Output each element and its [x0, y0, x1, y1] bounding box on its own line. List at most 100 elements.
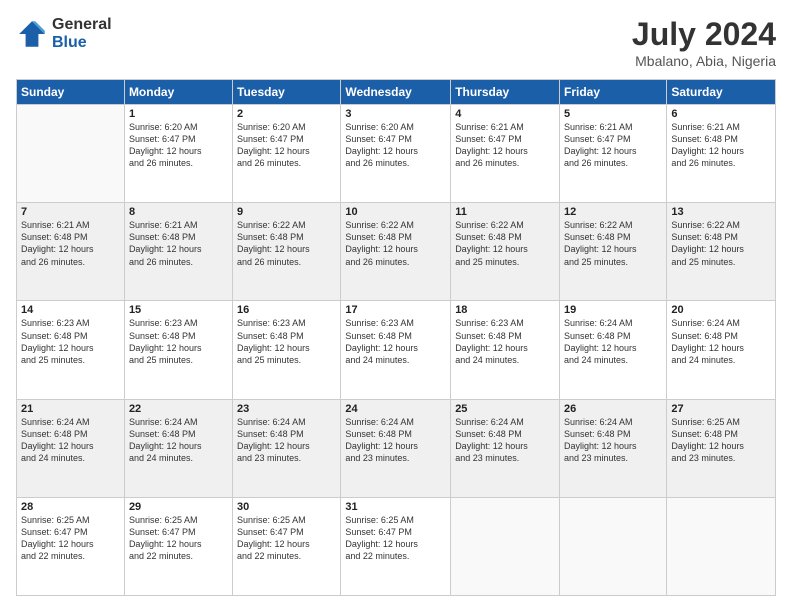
logo-text: General Blue [52, 16, 112, 51]
header-wednesday: Wednesday [341, 80, 451, 105]
day-cell: 6Sunrise: 6:21 AM Sunset: 6:48 PM Daylig… [667, 105, 776, 203]
day-cell: 11Sunrise: 6:22 AM Sunset: 6:48 PM Dayli… [451, 203, 560, 301]
day-cell: 23Sunrise: 6:24 AM Sunset: 6:48 PM Dayli… [233, 399, 341, 497]
day-info: Sunrise: 6:20 AM Sunset: 6:47 PM Dayligh… [237, 121, 336, 170]
title-block: July 2024 Mbalano, Abia, Nigeria [632, 16, 776, 69]
day-info: Sunrise: 6:22 AM Sunset: 6:48 PM Dayligh… [671, 219, 771, 268]
day-info: Sunrise: 6:25 AM Sunset: 6:48 PM Dayligh… [671, 416, 771, 465]
day-cell: 12Sunrise: 6:22 AM Sunset: 6:48 PM Dayli… [560, 203, 667, 301]
header-friday: Friday [560, 80, 667, 105]
day-cell: 28Sunrise: 6:25 AM Sunset: 6:47 PM Dayli… [17, 497, 125, 595]
header-tuesday: Tuesday [233, 80, 341, 105]
day-info: Sunrise: 6:25 AM Sunset: 6:47 PM Dayligh… [21, 514, 120, 563]
day-number: 6 [671, 108, 771, 120]
header-monday: Monday [124, 80, 232, 105]
day-cell: 16Sunrise: 6:23 AM Sunset: 6:48 PM Dayli… [233, 301, 341, 399]
day-info: Sunrise: 6:24 AM Sunset: 6:48 PM Dayligh… [345, 416, 446, 465]
logo-icon [16, 18, 48, 50]
day-number: 8 [129, 206, 228, 218]
day-cell [451, 497, 560, 595]
day-info: Sunrise: 6:22 AM Sunset: 6:48 PM Dayligh… [237, 219, 336, 268]
day-number: 10 [345, 206, 446, 218]
logo: General Blue [16, 16, 112, 51]
day-info: Sunrise: 6:25 AM Sunset: 6:47 PM Dayligh… [129, 514, 228, 563]
day-cell: 7Sunrise: 6:21 AM Sunset: 6:48 PM Daylig… [17, 203, 125, 301]
day-cell: 25Sunrise: 6:24 AM Sunset: 6:48 PM Dayli… [451, 399, 560, 497]
day-cell: 24Sunrise: 6:24 AM Sunset: 6:48 PM Dayli… [341, 399, 451, 497]
day-cell [667, 497, 776, 595]
day-number: 3 [345, 108, 446, 120]
day-info: Sunrise: 6:22 AM Sunset: 6:48 PM Dayligh… [345, 219, 446, 268]
day-info: Sunrise: 6:24 AM Sunset: 6:48 PM Dayligh… [455, 416, 555, 465]
day-cell: 26Sunrise: 6:24 AM Sunset: 6:48 PM Dayli… [560, 399, 667, 497]
day-cell: 3Sunrise: 6:20 AM Sunset: 6:47 PM Daylig… [341, 105, 451, 203]
header: General Blue July 2024 Mbalano, Abia, Ni… [16, 16, 776, 69]
day-number: 20 [671, 304, 771, 316]
day-info: Sunrise: 6:24 AM Sunset: 6:48 PM Dayligh… [237, 416, 336, 465]
day-info: Sunrise: 6:24 AM Sunset: 6:48 PM Dayligh… [671, 317, 771, 366]
day-number: 2 [237, 108, 336, 120]
day-number: 29 [129, 501, 228, 513]
day-cell: 10Sunrise: 6:22 AM Sunset: 6:48 PM Dayli… [341, 203, 451, 301]
day-cell: 18Sunrise: 6:23 AM Sunset: 6:48 PM Dayli… [451, 301, 560, 399]
day-cell: 22Sunrise: 6:24 AM Sunset: 6:48 PM Dayli… [124, 399, 232, 497]
day-cell: 19Sunrise: 6:24 AM Sunset: 6:48 PM Dayli… [560, 301, 667, 399]
week-row-2: 7Sunrise: 6:21 AM Sunset: 6:48 PM Daylig… [17, 203, 776, 301]
day-info: Sunrise: 6:23 AM Sunset: 6:48 PM Dayligh… [455, 317, 555, 366]
day-number: 5 [564, 108, 662, 120]
day-info: Sunrise: 6:23 AM Sunset: 6:48 PM Dayligh… [345, 317, 446, 366]
day-info: Sunrise: 6:25 AM Sunset: 6:47 PM Dayligh… [345, 514, 446, 563]
day-number: 14 [21, 304, 120, 316]
header-thursday: Thursday [451, 80, 560, 105]
day-number: 9 [237, 206, 336, 218]
day-number: 30 [237, 501, 336, 513]
day-number: 24 [345, 403, 446, 415]
day-number: 15 [129, 304, 228, 316]
day-number: 17 [345, 304, 446, 316]
week-row-5: 28Sunrise: 6:25 AM Sunset: 6:47 PM Dayli… [17, 497, 776, 595]
day-cell: 27Sunrise: 6:25 AM Sunset: 6:48 PM Dayli… [667, 399, 776, 497]
day-cell: 14Sunrise: 6:23 AM Sunset: 6:48 PM Dayli… [17, 301, 125, 399]
day-number: 18 [455, 304, 555, 316]
day-number: 27 [671, 403, 771, 415]
day-number: 11 [455, 206, 555, 218]
day-cell: 9Sunrise: 6:22 AM Sunset: 6:48 PM Daylig… [233, 203, 341, 301]
day-info: Sunrise: 6:23 AM Sunset: 6:48 PM Dayligh… [237, 317, 336, 366]
day-number: 23 [237, 403, 336, 415]
page: General Blue July 2024 Mbalano, Abia, Ni… [0, 0, 792, 612]
header-sunday: Sunday [17, 80, 125, 105]
day-cell: 8Sunrise: 6:21 AM Sunset: 6:48 PM Daylig… [124, 203, 232, 301]
day-number: 22 [129, 403, 228, 415]
logo-general: General [52, 16, 112, 34]
day-cell: 30Sunrise: 6:25 AM Sunset: 6:47 PM Dayli… [233, 497, 341, 595]
day-info: Sunrise: 6:21 AM Sunset: 6:48 PM Dayligh… [21, 219, 120, 268]
day-number: 19 [564, 304, 662, 316]
day-cell: 1Sunrise: 6:20 AM Sunset: 6:47 PM Daylig… [124, 105, 232, 203]
day-cell: 21Sunrise: 6:24 AM Sunset: 6:48 PM Dayli… [17, 399, 125, 497]
week-row-3: 14Sunrise: 6:23 AM Sunset: 6:48 PM Dayli… [17, 301, 776, 399]
day-cell: 2Sunrise: 6:20 AM Sunset: 6:47 PM Daylig… [233, 105, 341, 203]
day-cell: 29Sunrise: 6:25 AM Sunset: 6:47 PM Dayli… [124, 497, 232, 595]
day-cell [560, 497, 667, 595]
day-cell: 5Sunrise: 6:21 AM Sunset: 6:47 PM Daylig… [560, 105, 667, 203]
day-info: Sunrise: 6:24 AM Sunset: 6:48 PM Dayligh… [21, 416, 120, 465]
day-number: 16 [237, 304, 336, 316]
day-info: Sunrise: 6:22 AM Sunset: 6:48 PM Dayligh… [564, 219, 662, 268]
day-cell [17, 105, 125, 203]
day-cell: 20Sunrise: 6:24 AM Sunset: 6:48 PM Dayli… [667, 301, 776, 399]
day-info: Sunrise: 6:23 AM Sunset: 6:48 PM Dayligh… [129, 317, 228, 366]
day-info: Sunrise: 6:20 AM Sunset: 6:47 PM Dayligh… [345, 121, 446, 170]
day-number: 25 [455, 403, 555, 415]
day-info: Sunrise: 6:20 AM Sunset: 6:47 PM Dayligh… [129, 121, 228, 170]
day-info: Sunrise: 6:23 AM Sunset: 6:48 PM Dayligh… [21, 317, 120, 366]
day-cell: 13Sunrise: 6:22 AM Sunset: 6:48 PM Dayli… [667, 203, 776, 301]
day-number: 7 [21, 206, 120, 218]
day-number: 13 [671, 206, 771, 218]
main-title: July 2024 [632, 16, 776, 53]
header-saturday: Saturday [667, 80, 776, 105]
day-info: Sunrise: 6:21 AM Sunset: 6:47 PM Dayligh… [455, 121, 555, 170]
day-number: 21 [21, 403, 120, 415]
day-number: 31 [345, 501, 446, 513]
day-number: 26 [564, 403, 662, 415]
day-info: Sunrise: 6:21 AM Sunset: 6:48 PM Dayligh… [671, 121, 771, 170]
